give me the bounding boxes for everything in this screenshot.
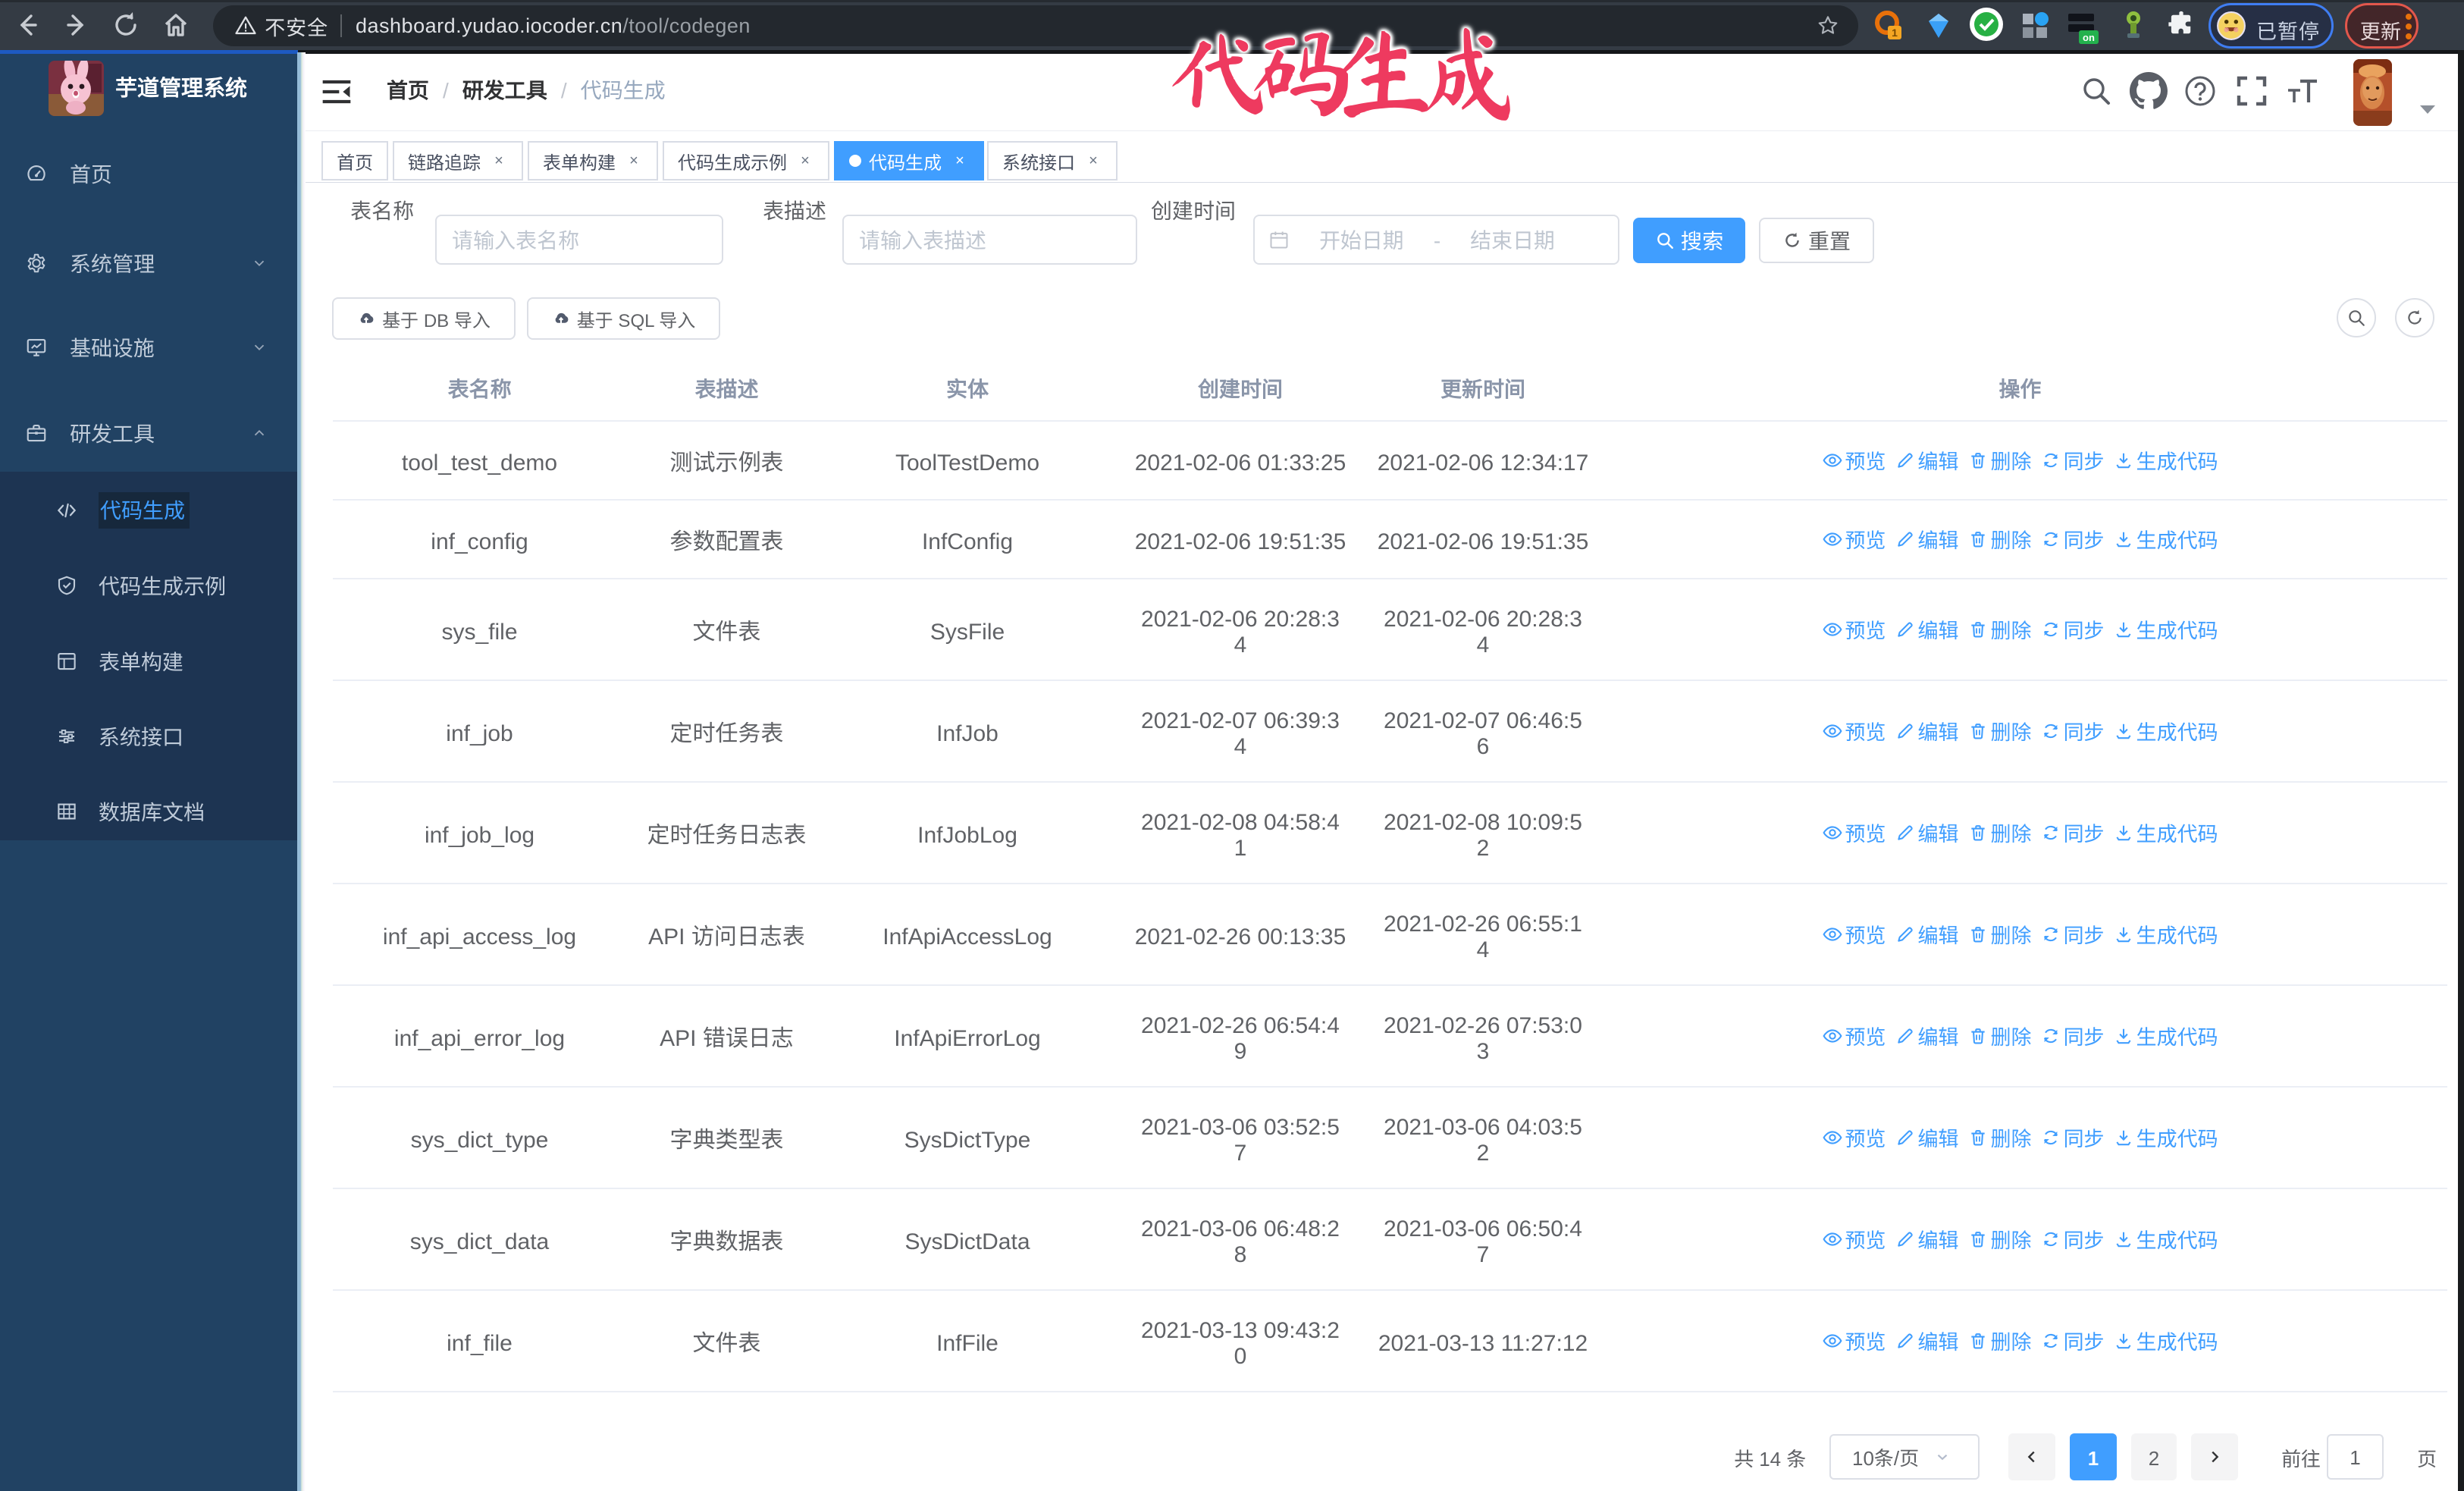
svg-text:1: 1 [1892, 25, 1898, 40]
svg-text:on: on [2083, 30, 2095, 44]
